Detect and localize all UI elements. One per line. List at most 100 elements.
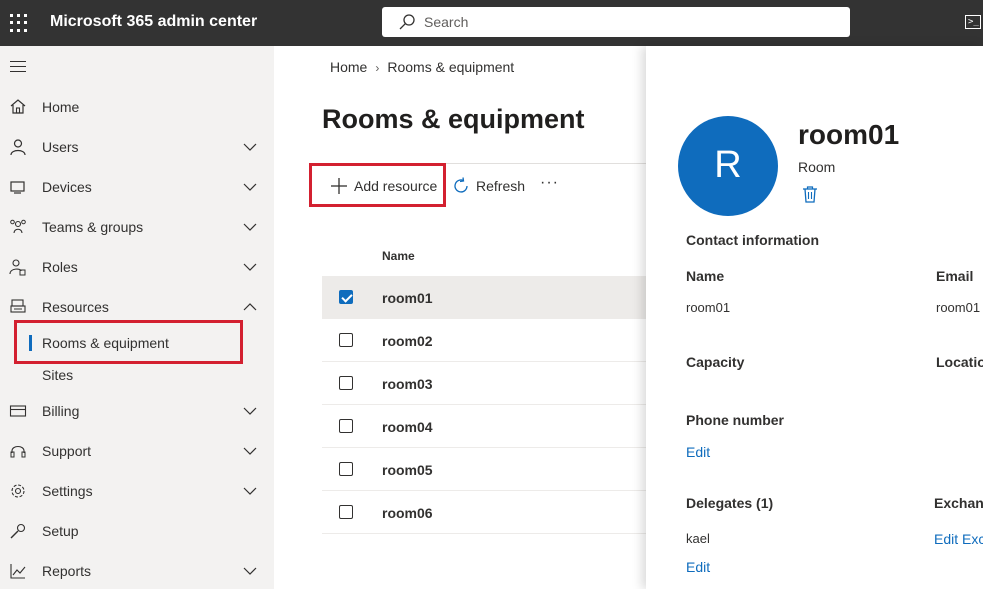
more-options-button[interactable]: ··· (540, 174, 559, 192)
nav-item-settings[interactable]: Settings (0, 476, 274, 506)
nav-label: Settings (42, 483, 93, 499)
app-title[interactable]: Microsoft 365 admin center (50, 13, 257, 31)
chevron-down-icon (243, 220, 257, 234)
nav-label: Home (42, 99, 80, 115)
nav-subitem-sites[interactable]: Sites (0, 362, 274, 388)
highlight-box (309, 163, 446, 207)
nav-label: Billing (42, 403, 80, 419)
billing-icon (9, 402, 27, 420)
people-icon (9, 218, 27, 236)
nav-label: Setup (42, 523, 79, 539)
nav-item-setup[interactable]: Setup (0, 516, 274, 546)
email-label: Email (936, 268, 974, 284)
terminal-icon[interactable]: >_ (965, 15, 981, 29)
breadcrumb: Home › Rooms & equipment (330, 59, 514, 75)
delegates-edit-link[interactable]: Edit (686, 559, 710, 575)
exchange-edit-link[interactable]: Edit Exch (934, 531, 983, 547)
chevron-down-icon (243, 180, 257, 194)
row-checkbox[interactable] (339, 505, 353, 519)
nav-label: Resources (42, 299, 109, 315)
search-box[interactable] (382, 7, 850, 37)
row-name[interactable]: room02 (382, 333, 433, 349)
table-row[interactable]: room05 (322, 448, 646, 491)
chevron-down-icon (243, 260, 257, 274)
refresh-icon (452, 177, 470, 198)
table-row[interactable]: room02 (322, 319, 646, 362)
row-checkbox[interactable] (339, 290, 353, 304)
details-panel: R room01 Room Contact information Name r… (646, 46, 983, 589)
devices-icon (9, 178, 27, 196)
left-navigation: Home Users Devices Teams & groups Roles … (0, 46, 274, 589)
highlight-box (14, 320, 243, 364)
name-value: room01 (686, 300, 731, 315)
nav-item-resources[interactable]: Resources (0, 292, 274, 322)
headset-icon (9, 442, 27, 460)
nav-item-home[interactable]: Home (0, 92, 274, 122)
delegates-label: Delegates (1) (686, 495, 774, 511)
row-checkbox[interactable] (339, 462, 353, 476)
chevron-down-icon (243, 484, 257, 498)
home-icon (9, 98, 27, 116)
roles-icon (9, 258, 27, 276)
contact-info-heading: Contact information (686, 232, 819, 248)
nav-label: Users (42, 139, 79, 155)
main-content: Home › Rooms & equipment Rooms & equipment… (274, 46, 646, 589)
delegates-value: kael (686, 531, 710, 546)
row-checkbox[interactable] (339, 376, 353, 390)
user-icon (9, 138, 27, 156)
nav-item-roles[interactable]: Roles (0, 252, 274, 282)
panel-title: room01 (798, 119, 900, 150)
chevron-down-icon (243, 404, 257, 418)
nav-label: Teams & groups (42, 219, 144, 235)
page-title: Rooms & equipment (322, 104, 585, 134)
nav-item-teams-groups[interactable]: Teams & groups (0, 212, 274, 242)
table-row[interactable]: room04 (322, 405, 646, 448)
nav-item-billing[interactable]: Billing (0, 396, 274, 426)
nav-label: Roles (42, 259, 78, 275)
phone-edit-link[interactable]: Edit (686, 444, 710, 460)
row-checkbox[interactable] (339, 419, 353, 433)
nav-label: Reports (42, 563, 92, 579)
chevron-down-icon (243, 564, 257, 578)
nav-label: Support (42, 443, 92, 459)
row-checkbox[interactable] (339, 333, 353, 347)
chart-icon (9, 562, 27, 580)
location-label: Locatio (936, 354, 983, 370)
hamburger-menu-icon[interactable] (10, 61, 26, 76)
row-name[interactable]: room01 (382, 290, 433, 306)
nav-label: Sites (42, 367, 74, 383)
chevron-down-icon (243, 444, 257, 458)
avatar: R (678, 116, 778, 216)
nav-item-reports[interactable]: Reports (0, 556, 274, 586)
trash-icon[interactable] (802, 186, 818, 208)
nav-item-devices[interactable]: Devices (0, 172, 274, 202)
refresh-label: Refresh (476, 178, 526, 194)
exchange-label: Exchang (934, 495, 983, 511)
breadcrumb-home[interactable]: Home (330, 59, 367, 75)
table-row[interactable]: room06 (322, 491, 646, 534)
chevron-down-icon (243, 140, 257, 154)
nav-item-users[interactable]: Users (0, 132, 274, 162)
panel-subtitle: Room (798, 159, 836, 175)
chevron-right-icon: › (375, 61, 380, 75)
name-label: Name (686, 268, 725, 284)
refresh-button[interactable]: Refresh (452, 174, 532, 198)
resources-icon (9, 298, 27, 316)
search-input[interactable] (424, 12, 824, 32)
row-name[interactable]: room03 (382, 376, 433, 392)
column-header-name[interactable]: Name (382, 249, 415, 263)
capacity-label: Capacity (686, 354, 745, 370)
row-name[interactable]: room05 (382, 462, 433, 478)
breadcrumb-current: Rooms & equipment (387, 59, 515, 75)
nav-item-support[interactable]: Support (0, 436, 274, 466)
row-name[interactable]: room04 (382, 419, 433, 435)
row-name[interactable]: room06 (382, 505, 433, 521)
table-row[interactable]: room03 (322, 362, 646, 405)
wrench-icon (9, 522, 27, 540)
chevron-up-icon (243, 300, 257, 314)
gear-icon (9, 482, 27, 500)
search-icon (398, 13, 416, 36)
table-row[interactable]: room01 (322, 276, 646, 319)
avatar-initial: R (714, 144, 742, 186)
app-launcher-icon[interactable] (10, 14, 28, 32)
